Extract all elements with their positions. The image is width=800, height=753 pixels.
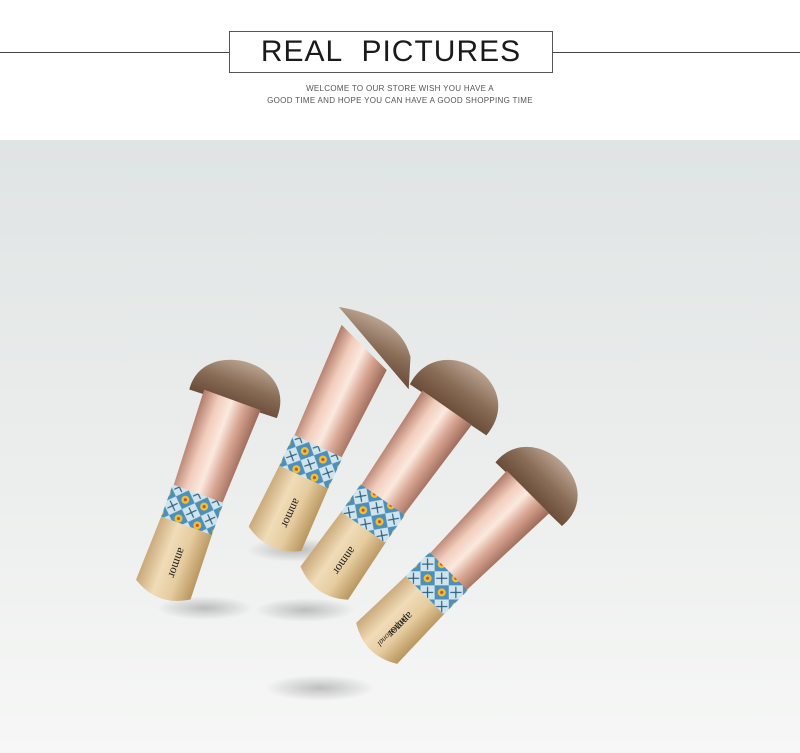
subtitle-line-2: GOOD TIME AND HOPE YOU CAN HAVE A GOOD S…: [267, 96, 533, 105]
section-title: REAL PICTURES: [260, 35, 522, 68]
header-divider-right: [553, 52, 800, 53]
product-page: REAL PICTURES WELCOME TO OUR STORE WISH …: [0, 0, 800, 753]
product-photo: anmor anmor anmor anmor professional: [0, 140, 800, 753]
title-frame: REAL PICTURES: [229, 31, 553, 73]
header-divider-left: [0, 52, 229, 53]
section-header: REAL PICTURES WELCOME TO OUR STORE WISH …: [0, 0, 800, 140]
subtitle-line-1: WELCOME TO OUR STORE WISH YOU HAVE A: [306, 84, 494, 93]
brush-set-photo: anmor anmor anmor anmor professional: [0, 140, 800, 753]
